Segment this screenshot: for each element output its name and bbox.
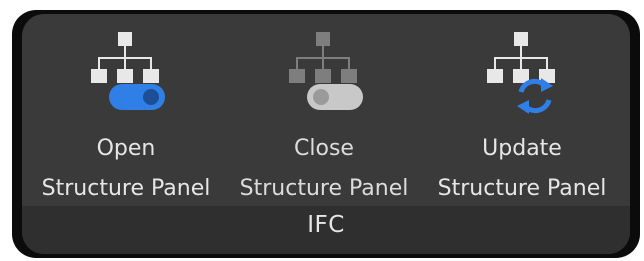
tree-toggle-on-icon [91,32,165,110]
ribbon-panel-ifc: Open Structure Panel Close Structure Pan… [22,14,630,254]
button-label-line1: Update [482,136,562,161]
close-structure-panel-button[interactable]: Close Structure Panel [226,28,422,204]
tree-toggle-off-icon [289,32,363,110]
tree-refresh-icon [487,32,555,114]
button-label-line2: Structure Panel [239,176,409,201]
ribbon-group-label: IFC [307,212,345,238]
button-label-line1: Close [294,136,354,161]
button-label-line1: Open [96,136,156,161]
update-structure-panel-button[interactable]: Update Structure Panel [424,28,620,204]
button-label-line2: Structure Panel [41,176,211,201]
button-label-line2: Structure Panel [437,176,607,201]
open-structure-panel-button[interactable]: Open Structure Panel [28,28,224,204]
